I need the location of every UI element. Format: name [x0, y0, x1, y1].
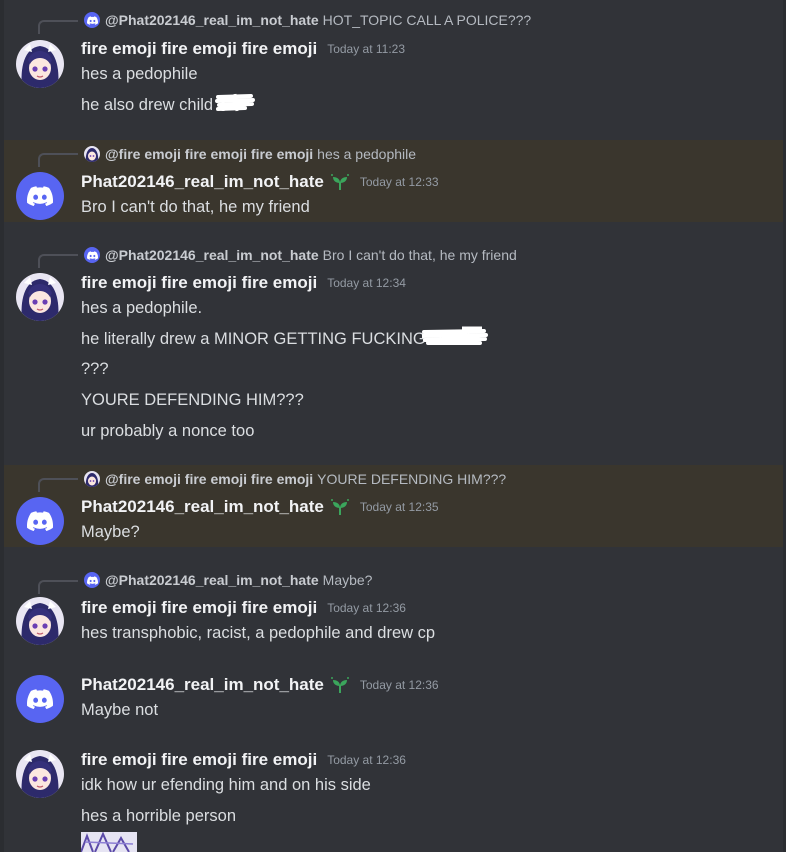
message-group: Phat202146_real_im_not_hate Today at 12:…	[4, 657, 783, 737]
reply-text: YOURE DEFENDING HIM???	[317, 471, 507, 487]
reply-spine	[38, 478, 78, 492]
message-text: Maybe?	[81, 523, 140, 541]
reply-discord-avatar-icon	[84, 572, 100, 588]
user-avatar[interactable]	[16, 40, 64, 88]
sprout-badge-icon[interactable]	[330, 498, 350, 516]
message-header: Phat202146_real_im_not_hate Today at 12:…	[81, 171, 439, 193]
message-group-highlighted: @fire emoji fire emoji fire emoji YOURE …	[4, 465, 783, 547]
reply-text: Maybe?	[322, 572, 373, 588]
message-group: @Phat202146_real_im_not_hate HOT_TOPIC C…	[4, 0, 783, 140]
message-text: hes a pedophile	[81, 65, 198, 83]
timestamp[interactable]: Today at 12:36	[327, 601, 406, 615]
reply-spine	[38, 580, 78, 594]
message-text-with-scribble: he also drew child	[81, 91, 256, 119]
message-header: fire emoji fire emoji fire emoji Today a…	[81, 272, 406, 294]
timestamp[interactable]: Today at 12:36	[327, 753, 406, 767]
message-header: fire emoji fire emoji fire emoji Today a…	[81, 749, 406, 771]
message-text: Maybe not	[81, 701, 159, 719]
author-name[interactable]: fire emoji fire emoji fire emoji	[81, 598, 317, 618]
message-text: hes transphobic, racist, a pedophile and…	[81, 624, 436, 642]
redaction-scribble	[420, 325, 488, 353]
discord-logo-icon	[27, 689, 53, 709]
sprout-badge-icon[interactable]	[330, 676, 350, 694]
user-avatar[interactable]	[16, 497, 64, 545]
message-text: hes a horrible person	[81, 807, 237, 825]
author-name[interactable]: Phat202146_real_im_not_hate	[81, 675, 324, 695]
message-text: Bro I can't do that, he my friend	[81, 198, 310, 216]
reply-username[interactable]: @fire emoji fire emoji fire emoji	[105, 471, 313, 487]
timestamp[interactable]: Today at 11:23	[327, 42, 405, 56]
reply-username[interactable]: @Phat202146_real_im_not_hate	[105, 572, 319, 588]
timestamp[interactable]: Today at 12:34	[327, 276, 406, 290]
attached-image-preview[interactable]	[81, 832, 137, 852]
message-text: ???	[81, 360, 109, 378]
reply-preview[interactable]: @Phat202146_real_im_not_hate Bro I can't…	[84, 245, 517, 265]
message-group-highlighted: @fire emoji fire emoji fire emoji hes a …	[4, 140, 783, 222]
reply-username[interactable]: @Phat202146_real_im_not_hate	[105, 247, 319, 263]
message-text: ur probably a nonce too	[81, 422, 255, 440]
timestamp[interactable]: Today at 12:36	[360, 678, 439, 692]
author-name[interactable]: fire emoji fire emoji fire emoji	[81, 39, 317, 59]
user-avatar[interactable]	[16, 750, 64, 798]
message-text: YOURE DEFENDING HIM???	[81, 391, 304, 409]
reply-spine	[38, 153, 78, 167]
redaction-scribble	[215, 91, 256, 119]
message-text: idk how ur efending him and on his side	[81, 776, 371, 794]
message-header: Phat202146_real_im_not_hate Today at 12:…	[81, 496, 439, 518]
timestamp[interactable]: Today at 12:35	[360, 500, 439, 514]
user-avatar[interactable]	[16, 172, 64, 220]
reply-text: HOT_TOPIC CALL A POLICE???	[322, 12, 532, 28]
message-text: hes a pedophile.	[81, 299, 203, 317]
message-header: Phat202146_real_im_not_hate Today at 12:…	[81, 674, 439, 696]
user-avatar[interactable]	[16, 597, 64, 645]
message-header: fire emoji fire emoji fire emoji Today a…	[81, 597, 406, 619]
reply-text: hes a pedophile	[317, 146, 417, 162]
message-header: fire emoji fire emoji fire emoji Today a…	[81, 38, 405, 60]
message-group: @Phat202146_real_im_not_hate Maybe? fire…	[4, 547, 783, 657]
reply-anime-avatar-icon	[84, 146, 100, 162]
message-text-with-scribble: he literally drew a MINOR GETTING FUCKIN…	[81, 325, 488, 353]
reply-preview[interactable]: @Phat202146_real_im_not_hate HOT_TOPIC C…	[84, 10, 531, 30]
reply-spine	[38, 20, 78, 34]
reply-preview[interactable]: @Phat202146_real_im_not_hate Maybe?	[84, 570, 372, 590]
message-text: he literally drew a MINOR GETTING FUCKIN…	[81, 330, 426, 348]
reply-spine	[38, 254, 78, 268]
reply-anime-avatar-icon	[84, 471, 100, 487]
user-avatar[interactable]	[16, 273, 64, 321]
user-avatar[interactable]	[16, 675, 64, 723]
sprout-badge-icon[interactable]	[330, 173, 350, 191]
discord-logo-icon	[27, 186, 53, 206]
chat-scroller[interactable]: @Phat202146_real_im_not_hate HOT_TOPIC C…	[4, 0, 783, 852]
timestamp[interactable]: Today at 12:33	[360, 175, 439, 189]
reply-discord-avatar-icon	[84, 247, 100, 263]
reply-username[interactable]: @fire emoji fire emoji fire emoji	[105, 146, 313, 162]
message-text: he also drew child	[81, 96, 214, 114]
reply-preview[interactable]: @fire emoji fire emoji fire emoji hes a …	[84, 144, 416, 164]
author-name[interactable]: Phat202146_real_im_not_hate	[81, 172, 324, 192]
message-group: @Phat202146_real_im_not_hate Bro I can't…	[4, 222, 783, 465]
author-name[interactable]: fire emoji fire emoji fire emoji	[81, 750, 317, 770]
author-name[interactable]: Phat202146_real_im_not_hate	[81, 497, 324, 517]
reply-discord-avatar-icon	[84, 12, 100, 28]
reply-text: Bro I can't do that, he my friend	[322, 247, 517, 263]
author-name[interactable]: fire emoji fire emoji fire emoji	[81, 273, 317, 293]
discord-logo-icon	[27, 511, 53, 531]
reply-username[interactable]: @Phat202146_real_im_not_hate	[105, 12, 319, 28]
reply-preview[interactable]: @fire emoji fire emoji fire emoji YOURE …	[84, 469, 506, 489]
